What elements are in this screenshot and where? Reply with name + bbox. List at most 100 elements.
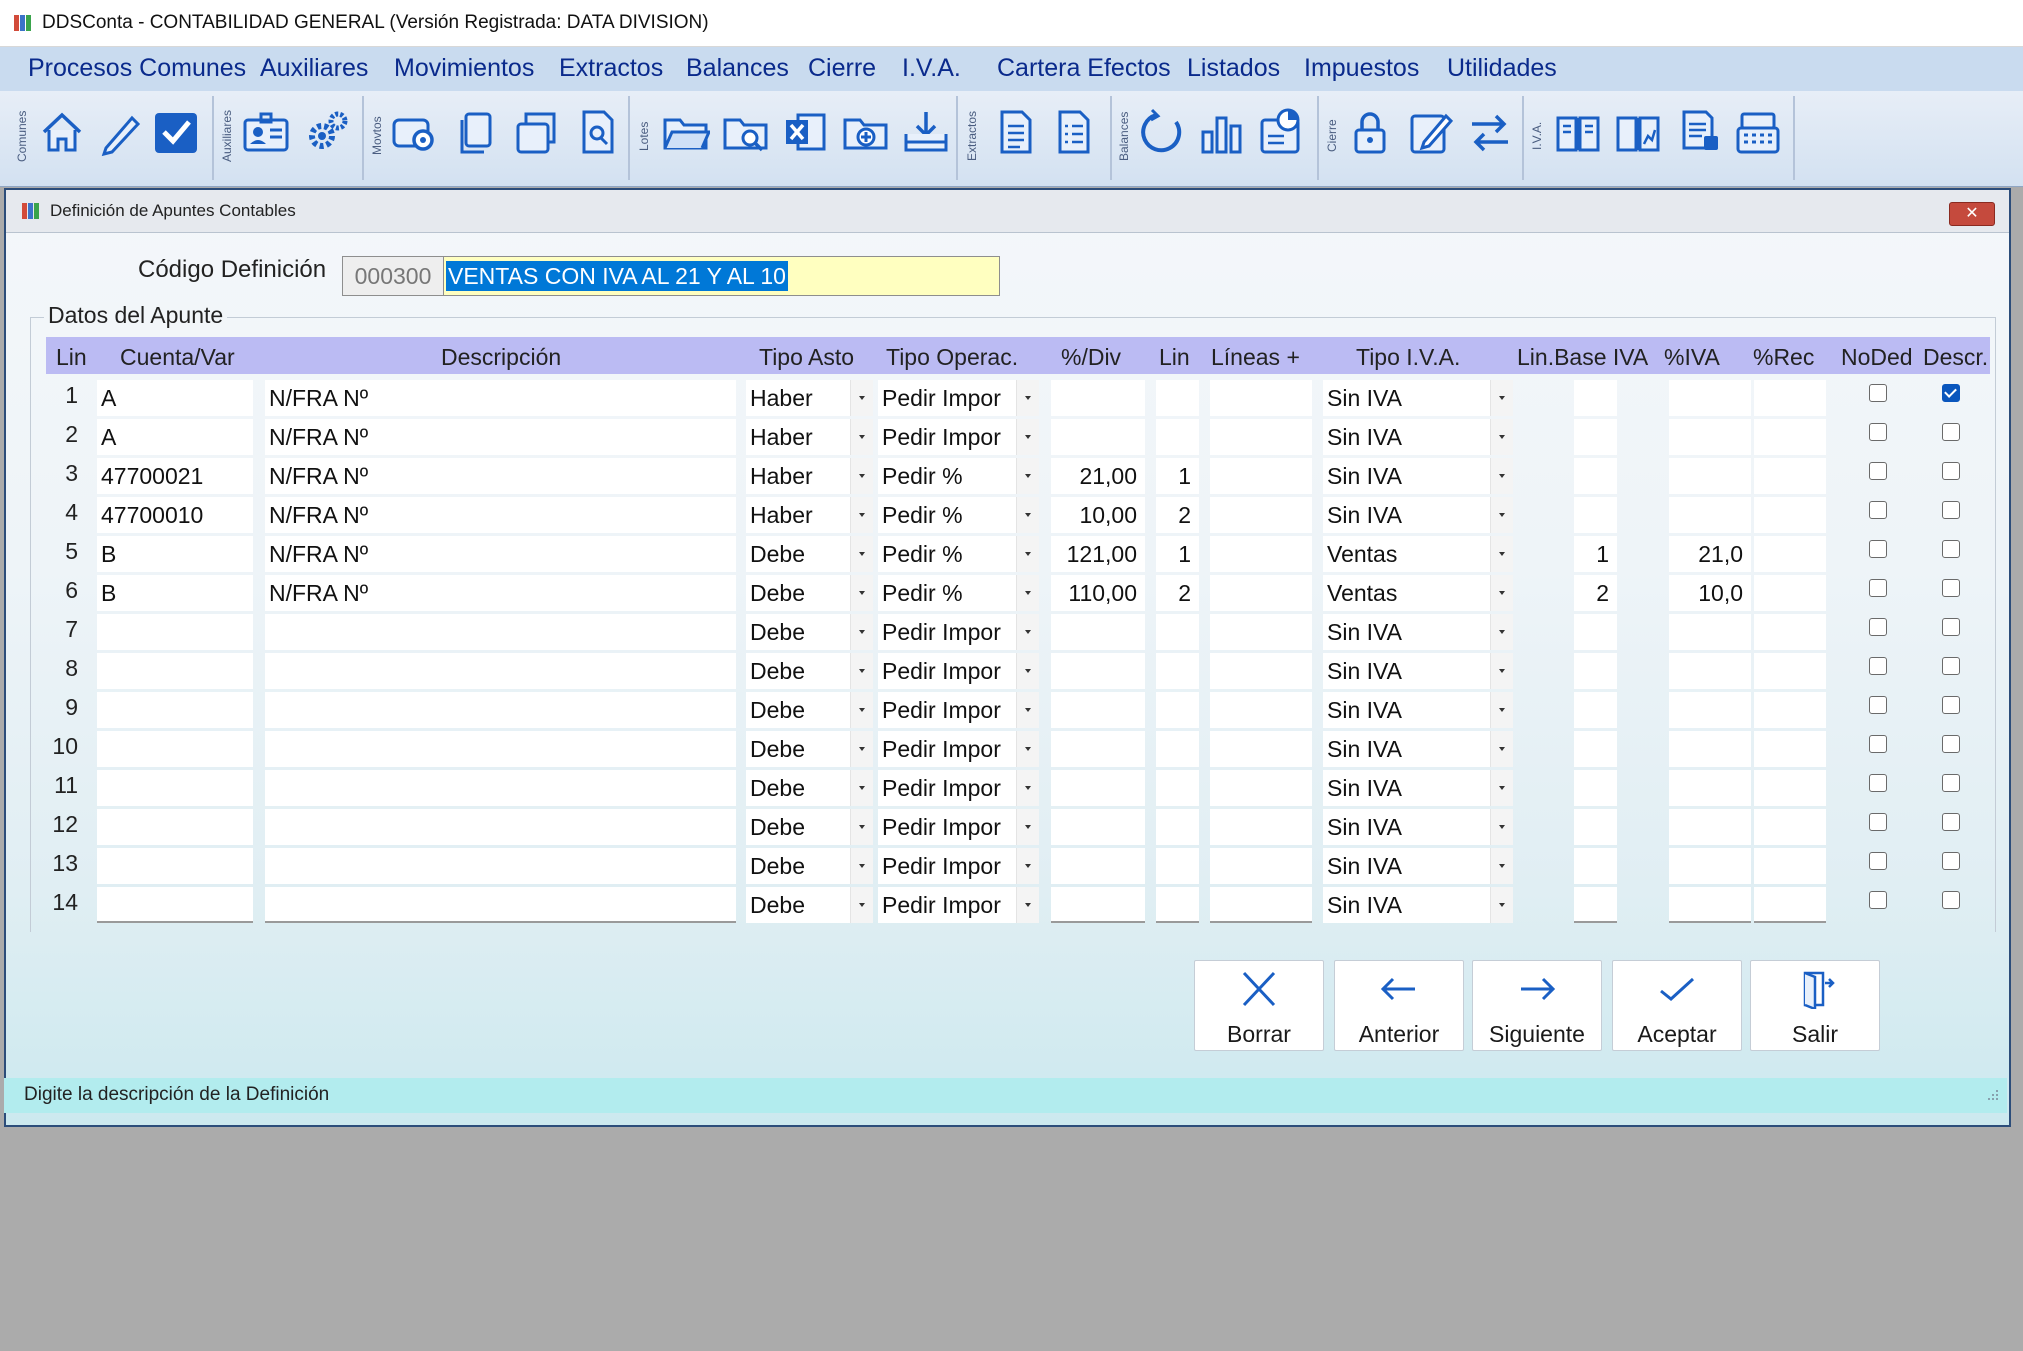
contact-card-icon[interactable] xyxy=(242,106,290,158)
cuenta-var-input[interactable]: B xyxy=(97,536,253,572)
folder-open-icon[interactable] xyxy=(662,106,712,158)
dropdown-arrow-icon[interactable] xyxy=(850,458,873,494)
edit-document-icon[interactable] xyxy=(1406,106,1454,158)
lin-base-iva-input[interactable] xyxy=(1574,770,1617,806)
cuenta-var-input[interactable]: 47700010 xyxy=(97,497,253,533)
pct-div-input[interactable] xyxy=(1051,809,1145,845)
dropdown-arrow-icon[interactable] xyxy=(1016,692,1039,728)
dropdown-arrow-icon[interactable] xyxy=(1490,497,1513,533)
cash-register-icon[interactable] xyxy=(1734,106,1782,158)
printer-document-icon[interactable] xyxy=(1674,106,1722,158)
aceptar-button[interactable]: Aceptar xyxy=(1612,960,1742,1051)
noded-checkbox[interactable] xyxy=(1869,774,1887,792)
lin-base-iva-input[interactable] xyxy=(1574,497,1617,533)
pct-iva-input[interactable] xyxy=(1669,614,1751,650)
pct-iva-input[interactable] xyxy=(1669,692,1751,728)
noded-checkbox[interactable] xyxy=(1869,423,1887,441)
pct-iva-input[interactable] xyxy=(1669,653,1751,689)
lin-base-iva-input[interactable] xyxy=(1574,653,1617,689)
lin-input[interactable]: 1 xyxy=(1156,536,1199,572)
lineas-input[interactable] xyxy=(1210,809,1312,845)
pct-iva-input[interactable] xyxy=(1669,458,1751,494)
dropdown-arrow-icon[interactable] xyxy=(850,614,873,650)
tipo-iva-select[interactable]: Ventas xyxy=(1323,536,1513,572)
pct-iva-input[interactable] xyxy=(1669,419,1751,455)
tipo-operac-select[interactable]: Pedir Impor xyxy=(878,419,1039,455)
dropdown-arrow-icon[interactable] xyxy=(1490,380,1513,416)
lin-input[interactable] xyxy=(1156,692,1199,728)
pct-iva-input[interactable] xyxy=(1669,380,1751,416)
lineas-input[interactable] xyxy=(1210,536,1312,572)
lin-input[interactable] xyxy=(1156,419,1199,455)
cuenta-var-input[interactable] xyxy=(97,692,253,728)
tipo-iva-select[interactable]: Sin IVA xyxy=(1323,731,1513,767)
dropdown-arrow-icon[interactable] xyxy=(1490,419,1513,455)
pct-rec-input[interactable] xyxy=(1754,653,1826,689)
lineas-input[interactable] xyxy=(1210,731,1312,767)
tipo-iva-select[interactable]: Sin IVA xyxy=(1323,887,1513,923)
tipo-iva-select[interactable]: Sin IVA xyxy=(1323,653,1513,689)
dropdown-arrow-icon[interactable] xyxy=(1016,848,1039,884)
pct-div-input[interactable] xyxy=(1051,848,1145,884)
lin-base-iva-input[interactable]: 1 xyxy=(1574,536,1617,572)
pct-rec-input[interactable] xyxy=(1754,770,1826,806)
noded-checkbox[interactable] xyxy=(1869,735,1887,753)
lin-input[interactable] xyxy=(1156,809,1199,845)
lin-base-iva-input[interactable]: 2 xyxy=(1574,575,1617,611)
cuenta-var-input[interactable] xyxy=(97,614,253,650)
pct-div-input[interactable]: 21,00 xyxy=(1051,458,1145,494)
descripcion-input[interactable] xyxy=(265,809,736,845)
noded-checkbox[interactable] xyxy=(1869,462,1887,480)
tipo-asto-select[interactable]: Debe xyxy=(746,536,873,572)
lin-base-iva-input[interactable] xyxy=(1574,809,1617,845)
salir-button[interactable]: Salir xyxy=(1750,960,1880,1051)
pct-iva-input[interactable] xyxy=(1669,887,1751,923)
descripcion-input[interactable]: N/FRA Nº xyxy=(265,380,736,416)
pct-rec-input[interactable] xyxy=(1754,692,1826,728)
pct-div-input[interactable] xyxy=(1051,887,1145,923)
tipo-iva-select[interactable]: Sin IVA xyxy=(1323,419,1513,455)
descr-checkbox[interactable] xyxy=(1942,657,1960,675)
pct-div-input[interactable]: 121,00 xyxy=(1051,536,1145,572)
tipo-asto-select[interactable]: Debe xyxy=(746,653,873,689)
tipo-operac-select[interactable]: Pedir % xyxy=(878,536,1039,572)
lin-input[interactable] xyxy=(1156,848,1199,884)
tipo-operac-select[interactable]: Pedir Impor xyxy=(878,887,1039,923)
lin-base-iva-input[interactable] xyxy=(1574,731,1617,767)
lin-base-iva-input[interactable] xyxy=(1574,458,1617,494)
descripcion-input[interactable] xyxy=(265,653,736,689)
pct-div-input[interactable]: 110,00 xyxy=(1051,575,1145,611)
dropdown-arrow-icon[interactable] xyxy=(1490,575,1513,611)
descripcion-input[interactable] xyxy=(265,848,736,884)
noded-checkbox[interactable] xyxy=(1869,696,1887,714)
menu-cartera-efectos[interactable]: Cartera Efectos xyxy=(997,54,1171,83)
lineas-input[interactable] xyxy=(1210,380,1312,416)
cuenta-var-input[interactable] xyxy=(97,770,253,806)
tipo-operac-select[interactable]: Pedir Impor xyxy=(878,653,1039,689)
tipo-operac-select[interactable]: Pedir % xyxy=(878,575,1039,611)
tipo-asto-select[interactable]: Debe xyxy=(746,887,873,923)
tipo-asto-select[interactable]: Debe xyxy=(746,770,873,806)
transfer-icon[interactable] xyxy=(1466,106,1514,158)
tipo-operac-select[interactable]: Pedir Impor xyxy=(878,731,1039,767)
lin-base-iva-input[interactable] xyxy=(1574,848,1617,884)
pct-rec-input[interactable] xyxy=(1754,458,1826,494)
tipo-operac-select[interactable]: Pedir Impor xyxy=(878,614,1039,650)
tipo-iva-select[interactable]: Sin IVA xyxy=(1323,809,1513,845)
pct-div-input[interactable] xyxy=(1051,614,1145,650)
cuenta-var-input[interactable]: 47700021 xyxy=(97,458,253,494)
dropdown-arrow-icon[interactable] xyxy=(850,692,873,728)
lineas-input[interactable] xyxy=(1210,458,1312,494)
tipo-asto-select[interactable]: Haber xyxy=(746,458,873,494)
lin-base-iva-input[interactable] xyxy=(1574,380,1617,416)
tipo-iva-select[interactable]: Sin IVA xyxy=(1323,497,1513,533)
lineas-input[interactable] xyxy=(1210,848,1312,884)
anterior-button[interactable]: Anterior xyxy=(1334,960,1464,1051)
pct-rec-input[interactable] xyxy=(1754,809,1826,845)
descr-checkbox[interactable] xyxy=(1942,891,1960,909)
descr-checkbox[interactable] xyxy=(1942,384,1960,402)
descr-checkbox[interactable] xyxy=(1942,696,1960,714)
lin-input[interactable]: 2 xyxy=(1156,497,1199,533)
lineas-input[interactable] xyxy=(1210,887,1312,923)
tipo-iva-select[interactable]: Ventas xyxy=(1323,575,1513,611)
